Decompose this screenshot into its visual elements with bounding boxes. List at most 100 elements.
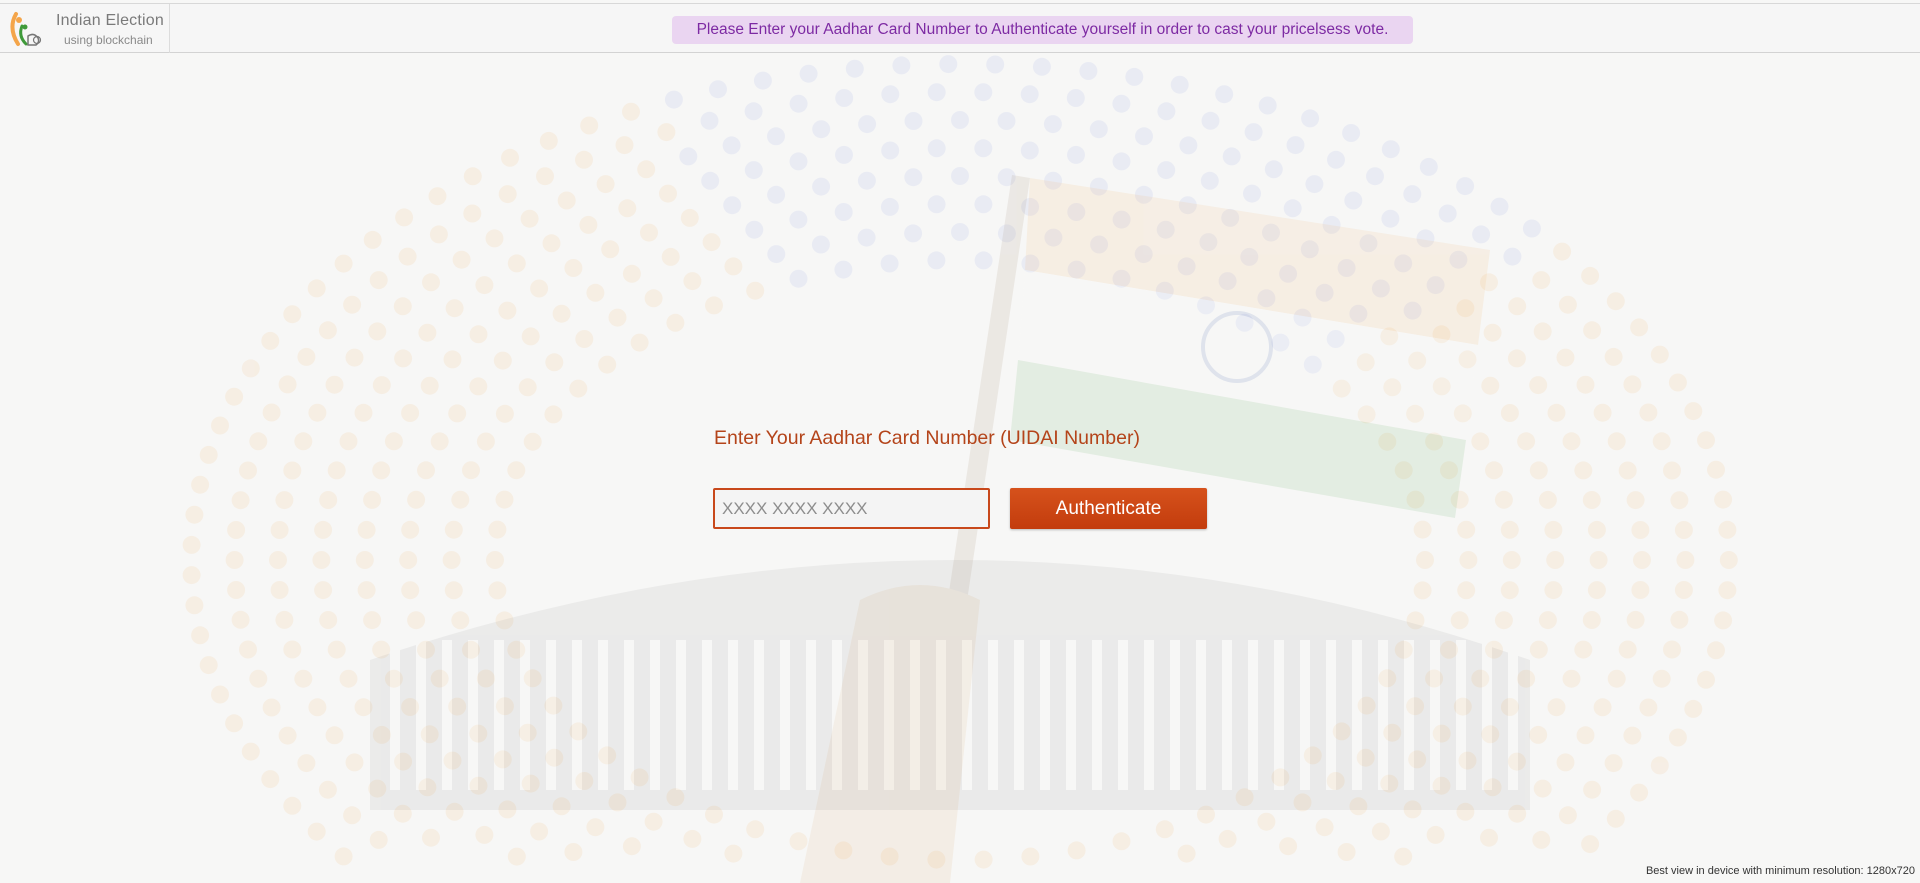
halo-dot bbox=[401, 520, 420, 539]
halo-dot bbox=[789, 269, 808, 288]
halo-dot bbox=[407, 611, 426, 630]
halo-dot bbox=[199, 656, 218, 675]
halo-dot bbox=[354, 698, 373, 717]
halo-dot bbox=[270, 581, 289, 599]
halo-dot bbox=[1507, 349, 1526, 368]
halo-dot bbox=[580, 116, 599, 135]
halo-dot bbox=[1582, 611, 1601, 629]
halo-dot bbox=[1503, 247, 1522, 266]
halo-dot bbox=[1606, 292, 1625, 311]
halo-dot bbox=[951, 223, 969, 241]
halo-dot bbox=[521, 327, 540, 346]
halo-dot bbox=[974, 850, 993, 869]
aadhar-number-input[interactable] bbox=[713, 488, 990, 529]
halo-dot bbox=[463, 167, 482, 186]
halo-dot bbox=[1283, 199, 1302, 218]
parliament-column bbox=[1482, 640, 1492, 790]
halo-dot bbox=[552, 304, 571, 323]
halo-dot bbox=[608, 308, 627, 327]
halo-dot bbox=[401, 581, 420, 600]
halo-dot bbox=[1631, 521, 1650, 539]
halo-dot bbox=[1457, 520, 1476, 539]
parliament-column bbox=[520, 640, 530, 790]
halo-dot bbox=[1067, 145, 1085, 164]
halo-dot bbox=[881, 85, 900, 104]
parliament-column bbox=[1456, 640, 1466, 790]
parliament-column bbox=[988, 640, 998, 790]
halo-dot bbox=[476, 432, 495, 451]
halo-dot bbox=[637, 160, 656, 179]
halo-dot bbox=[227, 581, 246, 599]
halo-dot bbox=[1583, 321, 1602, 340]
halo-dot bbox=[1201, 111, 1220, 130]
halo-dot bbox=[469, 325, 488, 344]
halo-dot bbox=[1684, 402, 1703, 421]
parliament-column bbox=[702, 640, 712, 790]
parliament-column bbox=[1248, 640, 1258, 790]
halo-dot bbox=[1089, 120, 1108, 139]
halo-dot bbox=[744, 161, 763, 180]
halo-dot bbox=[1112, 94, 1131, 113]
halo-dot bbox=[1480, 828, 1498, 847]
halo-dot bbox=[520, 209, 539, 228]
halo-dot bbox=[1581, 835, 1600, 854]
halo-dot bbox=[1066, 89, 1085, 107]
halo-dot bbox=[1286, 136, 1305, 155]
halo-dot bbox=[1606, 809, 1625, 828]
parliament-column bbox=[884, 640, 894, 790]
halo-dot bbox=[241, 742, 260, 761]
halo-dot bbox=[1403, 185, 1422, 204]
halo-dot bbox=[1630, 318, 1649, 337]
aadhar-label: Enter Your Aadhar Card Number (UIDAI Num… bbox=[714, 427, 1140, 449]
halo-dot bbox=[767, 245, 786, 264]
halo-dot bbox=[657, 123, 676, 142]
brand[interactable]: Indian Election using blockchain bbox=[0, 4, 170, 53]
halo-dot bbox=[1631, 581, 1650, 599]
parliament-column bbox=[962, 640, 972, 790]
halo-dot bbox=[1544, 581, 1563, 600]
parliament-column bbox=[494, 640, 504, 790]
halo-dot bbox=[640, 223, 658, 242]
halo-dot bbox=[880, 197, 899, 216]
halo-dot bbox=[564, 259, 583, 277]
parliament-column bbox=[858, 640, 868, 790]
halo-dot bbox=[1494, 490, 1513, 509]
halo-dot bbox=[1366, 167, 1384, 186]
halo-dot bbox=[343, 295, 362, 314]
halo-dot bbox=[1719, 551, 1738, 569]
parliament-column bbox=[1040, 640, 1050, 790]
halo-dot bbox=[1556, 348, 1575, 367]
halo-dot bbox=[1381, 140, 1400, 159]
halo-dot bbox=[1697, 670, 1715, 689]
halo-dot bbox=[308, 403, 327, 422]
halo-dot bbox=[1650, 756, 1669, 775]
halo-dot bbox=[1457, 581, 1476, 600]
halo-dot bbox=[564, 843, 583, 861]
halo-dot bbox=[974, 195, 993, 214]
halo-dot bbox=[1652, 432, 1671, 451]
halo-dot bbox=[1112, 832, 1131, 851]
halo-dot bbox=[262, 403, 281, 422]
halo-dot bbox=[1558, 806, 1577, 825]
halo-dot bbox=[1315, 818, 1334, 837]
halo-dot bbox=[1305, 175, 1324, 194]
halo-dot bbox=[1538, 611, 1557, 630]
halo-dot bbox=[363, 490, 382, 509]
halo-dot bbox=[485, 229, 504, 248]
halo-dot bbox=[475, 825, 494, 844]
halo-dot bbox=[997, 112, 1016, 130]
halo-dot bbox=[680, 208, 699, 227]
halo-dot bbox=[369, 830, 388, 849]
halo-dot bbox=[307, 279, 326, 298]
parliament-column bbox=[546, 640, 556, 790]
halo-dot bbox=[345, 348, 364, 367]
halo-dot bbox=[974, 251, 993, 270]
authenticate-button[interactable]: Authenticate bbox=[1010, 488, 1207, 529]
halo-dot bbox=[1155, 820, 1174, 839]
parliament-illustration bbox=[370, 560, 1530, 810]
halo-dot bbox=[501, 148, 519, 167]
halo-dot bbox=[1607, 432, 1626, 451]
halo-dot bbox=[1630, 783, 1649, 802]
halo-dot bbox=[789, 94, 808, 113]
parliament-column bbox=[1014, 640, 1024, 790]
